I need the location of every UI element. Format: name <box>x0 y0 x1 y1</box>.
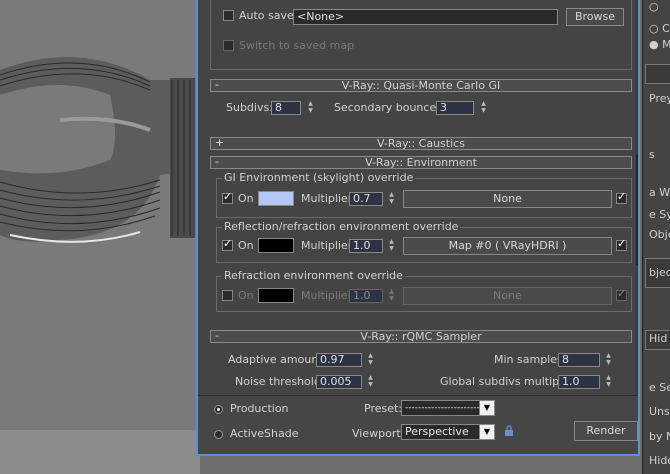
gi-map-checkbox[interactable] <box>616 190 627 204</box>
rollout-title: V-Ray:: Quasi-Monte Carlo GI <box>341 79 501 92</box>
refraction-multiplier-field[interactable]: 1.0 <box>349 289 383 303</box>
rollout-rqmc-sampler[interactable]: - V-Ray:: rQMC Sampler <box>210 329 632 343</box>
min-samples-field[interactable]: 8 <box>558 353 600 367</box>
render-setup-dialog: Auto save: <None> Browse Switch to saved… <box>196 0 640 456</box>
rollout-environment[interactable]: - V-Ray:: Environment <box>210 155 632 169</box>
right-panel-text: s <box>649 148 655 161</box>
gi-multiplier-field[interactable]: 0.7 <box>349 192 383 206</box>
preset-dropdown-arrow-icon[interactable]: ▼ <box>479 400 495 416</box>
reflection-multiplier-field[interactable]: 1.0 <box>349 239 383 253</box>
right-panel-radio[interactable]: ○ C <box>649 22 670 35</box>
refraction-multiplier-spinner[interactable]: ▲ ▼ <box>387 288 396 303</box>
reflection-map-button[interactable]: Map #0 ( VRayHDRI ) <box>403 237 612 255</box>
right-panel-button[interactable]: e Se <box>649 381 670 394</box>
production-label: Production <box>230 402 289 415</box>
switch-saved-map-checkbox[interactable] <box>223 40 234 51</box>
noise-threshold-label: Noise threshold: <box>235 375 325 388</box>
right-panel-button[interactable]: by N <box>649 430 670 443</box>
global-subdivs-field[interactable]: 1.0 <box>558 375 600 389</box>
gi-on-checkbox[interactable] <box>222 190 233 204</box>
adaptive-amount-field[interactable]: 0.97 <box>316 353 362 367</box>
activeshade-label: ActiveShade <box>230 427 299 440</box>
scrollbar-thumb[interactable] <box>636 155 638 265</box>
viewport-dropdown-arrow-icon[interactable]: ▼ <box>479 424 495 440</box>
min-samples-spinner[interactable]: ▲ ▼ <box>604 352 613 367</box>
adaptive-amount-spinner[interactable]: ▲ ▼ <box>366 352 375 367</box>
refraction-color-swatch[interactable] <box>258 288 294 303</box>
lock-icon[interactable] <box>504 425 514 437</box>
switch-saved-map-label: Switch to saved map <box>239 39 355 52</box>
refraction-environment-label: Refraction environment override <box>222 269 405 282</box>
right-panel-text: bjec <box>649 266 670 279</box>
autosave-checkbox[interactable] <box>223 10 234 21</box>
right-panel-radio[interactable]: ● M <box>649 38 670 51</box>
production-radio[interactable] <box>214 405 223 414</box>
render-bottom-bar: Production ActiveShade Preset: ---------… <box>198 395 638 454</box>
reflection-multiplier-spinner[interactable]: ▲ ▼ <box>387 238 396 253</box>
activeshade-radio[interactable] <box>214 430 223 439</box>
reflection-multiplier-label: Multiplier: <box>301 239 356 252</box>
command-panel: ○ ○ C ● M Prey s a W e Sy Obje bjec Hid … <box>642 0 670 474</box>
viewport-dropdown[interactable]: Perspective <box>401 424 481 440</box>
right-panel-button[interactable]: Hid <box>649 332 667 345</box>
right-panel-text: Prey <box>649 92 670 105</box>
gi-on-label: On <box>238 192 254 205</box>
right-panel-button[interactable]: Hide b <box>649 454 670 467</box>
global-subdivs-spinner[interactable]: ▲ ▼ <box>604 374 613 389</box>
preset-dropdown[interactable]: ---------------------------- <box>401 400 481 416</box>
refraction-on-checkbox[interactable] <box>222 290 233 301</box>
right-panel-text: a W <box>649 186 670 199</box>
right-panel-radio[interactable]: ○ <box>649 0 659 13</box>
subdivs-field[interactable]: 8 <box>271 101 301 115</box>
rollout-title: V-Ray:: Environment <box>365 156 477 169</box>
refraction-on-label: On <box>238 289 254 302</box>
noise-threshold-spinner[interactable]: ▲ ▼ <box>366 374 375 389</box>
autosave-path-field[interactable]: <None> <box>293 9 558 25</box>
rollout-qmc-gi[interactable]: - V-Ray:: Quasi-Monte Carlo GI <box>210 78 632 92</box>
gi-color-swatch[interactable] <box>258 191 294 206</box>
viewport-render-svg <box>0 0 200 474</box>
preset-label: Preset: <box>364 402 403 415</box>
viewport-perspective[interactable] <box>0 0 200 474</box>
right-panel-text: e Sy <box>649 208 670 221</box>
gi-multiplier-label: Multiplier: <box>301 192 356 205</box>
refraction-multiplier-label: Multiplier: <box>301 289 356 302</box>
adaptive-amount-label: Adaptive amount: <box>228 353 327 366</box>
subdivs-spinner[interactable]: ▲ ▼ <box>306 100 315 115</box>
render-button[interactable]: Render <box>574 421 638 441</box>
viewport-label: Viewport: <box>352 427 405 440</box>
rollout-title: V-Ray:: rQMC Sampler <box>360 330 482 343</box>
refraction-map-button[interactable]: None <box>403 287 612 305</box>
rollout-title: V-Ray:: Caustics <box>377 137 465 150</box>
reflection-color-swatch[interactable] <box>258 238 294 253</box>
reflection-map-checkbox[interactable] <box>616 237 627 251</box>
reflection-on-checkbox[interactable] <box>222 237 233 251</box>
subdivs-label: Subdivs: <box>226 101 273 114</box>
gi-environment-label: GI Environment (skylight) override <box>222 171 416 184</box>
rollout-caustics[interactable]: + V-Ray:: Caustics <box>210 136 632 150</box>
noise-threshold-field[interactable]: 0.005 <box>316 375 362 389</box>
refraction-map-checkbox[interactable] <box>616 287 627 301</box>
secondary-bounces-label: Secondary bounces: <box>334 101 446 114</box>
secondary-bounces-spinner[interactable]: ▲ ▼ <box>479 100 488 115</box>
right-panel-text: Obje <box>649 228 670 241</box>
gi-map-button[interactable]: None <box>403 190 612 208</box>
gi-multiplier-spinner[interactable]: ▲ ▼ <box>387 191 396 206</box>
browse-button[interactable]: Browse <box>566 8 624 26</box>
autosave-label: Auto save: <box>239 9 298 22</box>
reflection-environment-label: Reflection/refraction environment overri… <box>222 220 461 233</box>
right-panel-button[interactable]: Uns <box>649 405 670 418</box>
reflection-on-label: On <box>238 239 254 252</box>
min-samples-label: Min samples: <box>494 353 567 366</box>
secondary-bounces-field[interactable]: 3 <box>436 101 474 115</box>
